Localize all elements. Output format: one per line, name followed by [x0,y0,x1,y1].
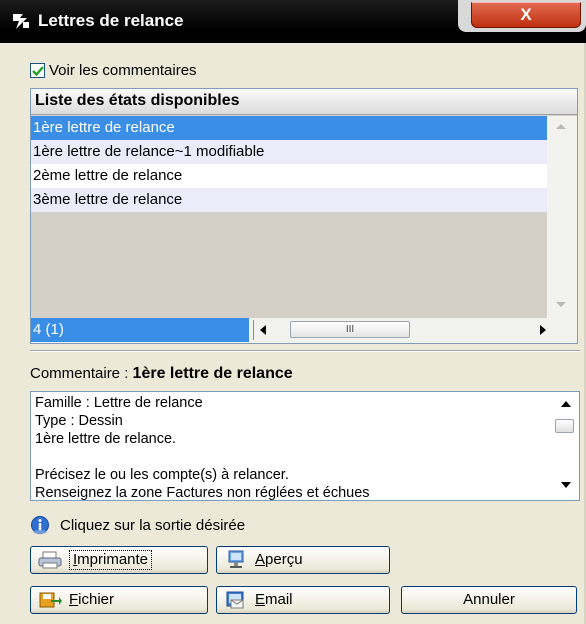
email-icon [226,591,244,609]
info-icon [31,516,49,534]
comment-vertical-scrollbar[interactable] [553,392,579,500]
scroll-right-icon[interactable] [540,325,546,335]
comment-title: 1ère lettre de relance [132,365,293,382]
list-count: 4 (1) [31,318,249,342]
file-export-icon [39,592,62,608]
file-button[interactable]: Fichier [30,586,208,614]
close-button[interactable]: X [471,2,581,28]
preview-icon [228,550,244,568]
show-comments-checkbox[interactable] [30,62,45,78]
comment-label: Commentaire : [30,365,129,382]
show-comments-option[interactable]: Voir les commentaires [30,60,197,80]
title-bar[interactable]: Lettres de relance X [0,0,586,43]
list-item[interactable]: 3ème lettre de relance [31,188,547,212]
comment-line: Renseignez la zone Factures non réglées … [35,485,370,501]
dialog-window: Lettres de relance X Voir les commentair… [0,0,586,624]
scroll-left-icon[interactable] [260,325,266,335]
scroll-thumb[interactable] [555,419,574,433]
preview-button-label: Aperçu [255,551,303,568]
list-column-header[interactable]: Liste des états disponibles [31,89,577,115]
scroll-up-icon[interactable] [561,401,571,407]
printer-button[interactable]: Imprimante [30,546,208,574]
checkmark-icon [32,65,44,76]
printer-button-label: Imprimante [69,550,153,570]
file-button-label: Fichier [69,591,115,608]
comment-line: 1ère lettre de relance. [35,431,177,447]
scroll-down-icon[interactable] [561,482,571,488]
list-footer: 4 (1) III [31,318,577,343]
scroll-up-icon[interactable] [556,124,566,129]
hint-row: Cliquez sur la sortie désirée [30,515,245,535]
scroll-down-icon[interactable] [556,302,566,307]
comment-line: Famille : Lettre de relance [35,395,203,411]
email-button-label: Email [255,591,293,608]
list-item[interactable]: 2ème lettre de relance [31,164,547,188]
list-horizontal-scrollbar[interactable]: III [253,320,550,340]
list-item[interactable]: 1ère lettre de relance [31,116,547,140]
comment-heading: Commentaire : 1ère lettre de relance [30,365,293,383]
preview-button[interactable]: Aperçu [216,546,390,574]
scrollbar-divider [253,320,254,340]
printer-icon [38,551,62,569]
comment-line: Type : Dessin [35,413,123,429]
hint-text: Cliquez sur la sortie désirée [60,516,246,534]
scroll-thumb[interactable]: III [290,321,410,338]
window-title: Lettres de relance [38,11,184,30]
app-icon [13,14,29,29]
list-vertical-scrollbar[interactable] [547,116,577,318]
show-comments-label: Voir les commentaires [49,61,197,79]
email-button[interactable]: Email [216,586,390,614]
comment-line: Précisez le ou les compte(s) à relancer. [35,467,289,483]
cancel-button[interactable]: Annuler [401,586,577,614]
comment-textarea[interactable]: Famille : Lettre de relance Type : Dessi… [30,391,580,501]
divider [30,350,580,352]
list-item[interactable]: 1ère lettre de relance~1 modifiable [31,140,547,164]
available-states-list[interactable]: Liste des états disponibles 1ère lettre … [30,88,578,344]
